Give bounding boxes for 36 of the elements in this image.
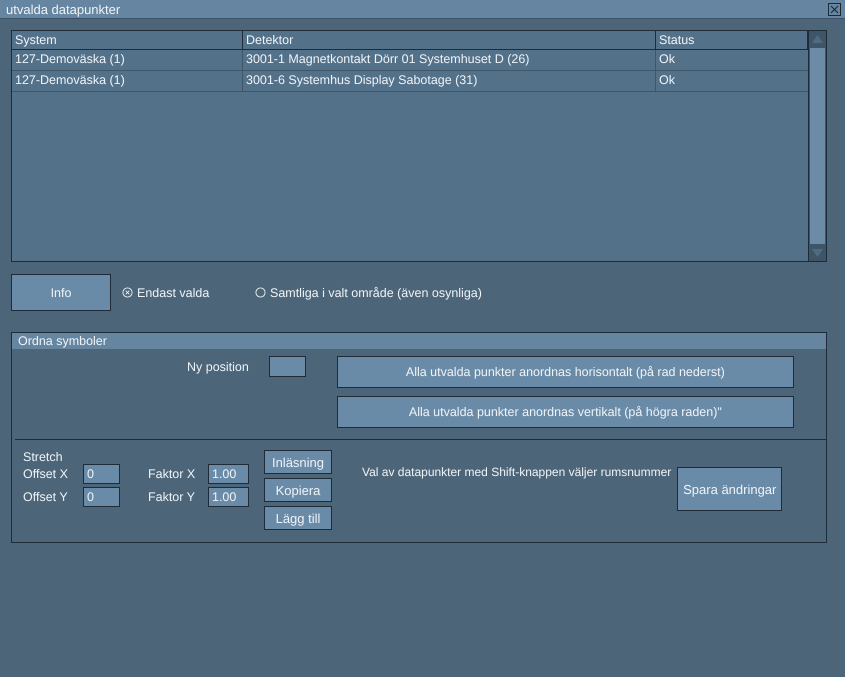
close-icon[interactable] [828, 2, 841, 16]
arrange-button[interactable]: Alla utvalda punkter anordnas vertikalt (på högra raden)" [336, 396, 794, 428]
column-header[interactable]: Detektor [243, 31, 656, 49]
group-title: Ordna symboler [18, 334, 107, 348]
field-label: Offset Y [23, 490, 69, 504]
action-button[interactable]: Kopiera [264, 478, 332, 502]
table-cell-text: Ok [658, 51, 676, 68]
input-field[interactable]: 0 [83, 464, 120, 484]
arrange-button[interactable]: Alla utvalda punkter anordnas horisontalt (på rad nederst) [336, 356, 794, 388]
hint-text: Val av datapunkter med Shift-knappen väljer rumsnummer [362, 465, 672, 481]
table-cell: 3001-6 Systemhus Display Sabotage (31) [243, 71, 656, 91]
radio-icon[interactable] [255, 287, 266, 298]
action-button[interactable]: Inläsning [264, 450, 332, 474]
section-label: Stretch [23, 450, 64, 464]
scroll-thumb[interactable] [810, 48, 825, 244]
window-title: utvalda datapunkter [6, 2, 120, 16]
field-label: Offset X [23, 467, 69, 481]
radio-option[interactable]: Endast valda [122, 286, 255, 300]
table-cell: 3001-1 Magnetkontakt Dörr 01 Systemhuset D (26) [243, 50, 656, 70]
scrollbar[interactable] [808, 31, 826, 261]
table-cell: 127-Demoväska (1) [12, 71, 243, 91]
radio-icon[interactable] [122, 287, 133, 298]
input-field[interactable]: 1.00 [208, 487, 249, 507]
field-label: Faktor X [148, 467, 196, 481]
position-field[interactable] [268, 356, 306, 377]
column-header[interactable]: System [12, 31, 243, 49]
field-label: Ny position [187, 360, 249, 376]
save-button[interactable]: Spara ändringar [677, 467, 782, 511]
input-field[interactable]: 1.00 [208, 464, 249, 484]
info-button[interactable]: Info [11, 274, 111, 311]
table-cell-text: Ok [658, 72, 676, 89]
action-button[interactable]: Lägg till [264, 506, 332, 530]
field-label: Faktor Y [148, 490, 196, 504]
table-cell: 127-Demoväska (1) [12, 50, 243, 70]
input-field[interactable]: 0 [83, 487, 120, 507]
radio-label: Endast valda [137, 286, 210, 300]
